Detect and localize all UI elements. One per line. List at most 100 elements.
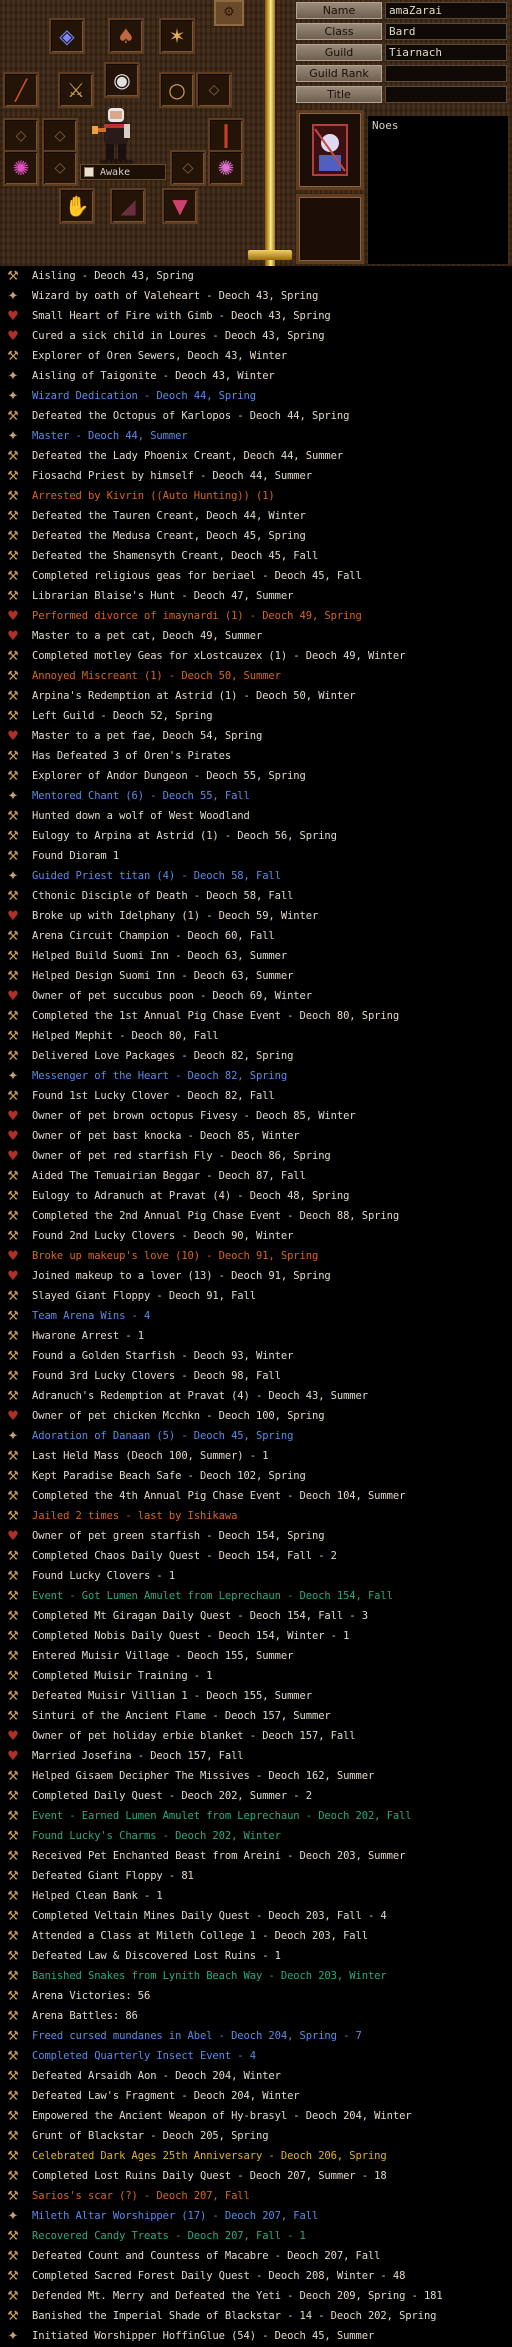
legend-item[interactable]: ⚒ Arrested by Kivrin ((Auto Hunting)) (1) [0,486,512,506]
legend-item[interactable]: ⚒ Event - Got Lumen Amulet from Leprechau… [0,1586,512,1606]
legend-item[interactable]: ⚒ Completed Muisir Training - 1 [0,1666,512,1686]
legend-item[interactable]: ♥ Owner of pet bast knocka - Deoch 85, Wi… [0,1126,512,1146]
legend-item[interactable]: ⚒ Adranuch's Redemption at Pravat (4) - D… [0,1386,512,1406]
legend-item[interactable]: ⚒ Banished the Imperial Shade of Blacksta… [0,2306,512,2326]
profile-text-box[interactable]: Noes [368,116,508,264]
legend-item[interactable]: ♥ Master to a pet fae, Deoch 54, Spring [0,726,512,746]
legend-item[interactable]: ♥ Performed divorce of imaynardi (1) - De… [0,606,512,626]
legend-item[interactable]: ⚒ Helped Gisaem Decipher The Missives - D… [0,1766,512,1786]
legend-item[interactable]: ⚒ Helped Build Suomi Inn - Deoch 63, Summ… [0,946,512,966]
legend-item[interactable]: ⚒ Attended a Class at Mileth College 1 - … [0,1926,512,1946]
legend-item[interactable]: ⚒ Received Pet Enchanted Beast from Arein… [0,1846,512,1866]
legend-item[interactable]: ⚒ Found Lucky Clovers - 1 [0,1566,512,1586]
legend-item[interactable]: ⚒ Last Held Mass (Deoch 100, Summer) - 1 [0,1446,512,1466]
legend-item[interactable]: ⚒ Defeated the Shamensyth Creant, Deoch 4… [0,546,512,566]
legend-item[interactable]: ⚒ Completed Sacred Forest Daily Quest - D… [0,2266,512,2286]
equipment-slot[interactable]: ╱ [3,72,39,108]
equipment-slot[interactable]: ┃ [208,118,244,154]
equipment-slot[interactable]: ✺ [3,150,39,186]
equipment-slot[interactable]: ◇ [196,72,232,108]
equipment-slot[interactable]: ◇ [170,150,206,186]
legend-item[interactable]: ⚒ Defeated Muisir Villian 1 - Deoch 155, … [0,1686,512,1706]
legend-item[interactable]: ⚒ Defeated Law & Discovered Lost Ruins - … [0,1946,512,1966]
legend-item[interactable]: ✦ Messenger of the Heart - Deoch 82, Spri… [0,1066,512,1086]
legend-item[interactable]: ♥ Broke up with Idelphany (1) - Deoch 59,… [0,906,512,926]
legend-item[interactable]: ⚒ Cthonic Disciple of Death - Deoch 58, F… [0,886,512,906]
legend-item[interactable]: ⚒ Eulogy to Adranuch at Pravat (4) - Deoc… [0,1186,512,1206]
legend-item[interactable]: ✦ Mileth Altar Worshipper (17) - Deoch 20… [0,2206,512,2226]
awake-toggle[interactable]: Awake [80,164,166,180]
legend-item[interactable]: ⚒ Recovered Candy Treats - Deoch 207, Fal… [0,2226,512,2246]
legend-item[interactable]: ✦ Master - Deoch 44, Summer [0,426,512,446]
legend-item[interactable]: ⚒ Arena Battles: 86 [0,2006,512,2026]
legend-item[interactable]: ⚒ Arena Circuit Champion - Deoch 60, Fall [0,926,512,946]
equipment-slot[interactable]: ◢ [110,188,146,224]
legend-item[interactable]: ♥ Joined makeup to a lover (13) - Deoch 9… [0,1266,512,1286]
legend-item[interactable]: ⚒ Defeated the Tauren Creant, Deoch 44, W… [0,506,512,526]
legend-item[interactable]: ⚒ Hunted down a wolf of West Woodland [0,806,512,826]
legend-item[interactable]: ⚒ Aided The Temuairian Beggar - Deoch 87,… [0,1166,512,1186]
legend-item[interactable]: ⚒ Grunt of Blackstar - Deoch 205, Spring [0,2126,512,2146]
legend-item[interactable]: ⚒ Completed Mt Giragan Daily Quest - Deoc… [0,1606,512,1626]
legend-item[interactable]: ⚒ Completed the 1st Annual Pig Chase Even… [0,1006,512,1026]
legend-item[interactable]: ⚒ Kept Paradise Beach Safe - Deoch 102, S… [0,1466,512,1486]
legend-item[interactable]: ♥ Broke up makeup's love (10) - Deoch 91,… [0,1246,512,1266]
legend-item[interactable]: ✦ Initiated Worshipper HoffinGlue (54) - … [0,2326,512,2346]
equipment-slot[interactable]: ○ [159,72,195,108]
legend-item[interactable]: ⚒ Event - Earned Lumen Amulet from Leprec… [0,1806,512,1826]
legend-item[interactable]: ⚒ Defeated Giant Floppy - 81 [0,1866,512,1886]
legend-item[interactable]: ⚒ Defended Mt. Merry and Defeated the Yet… [0,2286,512,2306]
panel-menu-button[interactable]: ⚙ [214,0,244,26]
legend-item[interactable]: ⚒ Found Dioram 1 [0,846,512,866]
equipment-slot[interactable]: ▼ [162,188,198,224]
legend-item[interactable]: ⚒ Banished Snakes from Lynith Beach Way -… [0,1966,512,1986]
legend-item[interactable]: ⚒ Aisling - Deoch 43, Spring [0,266,512,286]
legend-item[interactable]: ⚒ Helped Mephit - Deoch 80, Fall [0,1026,512,1046]
legend-item[interactable]: ⚒ Celebrated Dark Ages 25th Anniversary -… [0,2146,512,2166]
legend-item[interactable]: ⚒ Explorer of Oren Sewers, Deoch 43, Wint… [0,346,512,366]
legend-item[interactable]: ⚒ Sarios's scar (?) - Deoch 207, Fall [0,2186,512,2206]
equipment-slot[interactable]: ✺ [208,150,244,186]
legend-item[interactable]: ⚒ Completed Daily Quest - Deoch 202, Summ… [0,1786,512,1806]
legend-item[interactable]: ♥ Owner of pet brown octopus Fivesy - Deo… [0,1106,512,1126]
legend-item[interactable]: ⚒ Defeated Count and Countess of Macabre … [0,2246,512,2266]
legend-item[interactable]: ✦ Wizard Dedication - Deoch 44, Spring [0,386,512,406]
legend-item[interactable]: ⚒ Defeated the Octopus of Karlopos - Deoc… [0,406,512,426]
legend-item[interactable]: ⚒ Team Arena Wins - 4 [0,1306,512,1326]
legend-item[interactable]: ⚒ Completed Lost Ruins Daily Quest - Deoc… [0,2166,512,2186]
legend-item[interactable]: ⚒ Completed motley Geas for xLostcauzex (… [0,646,512,666]
legend-item[interactable]: ⚒ Has Defeated 3 of Oren's Pirates [0,746,512,766]
legend-item[interactable]: ♥ Owner of pet succubus poon - Deoch 69, … [0,986,512,1006]
legend-item[interactable]: ⚒ Completed Nobis Daily Quest - Deoch 154… [0,1626,512,1646]
legend-item[interactable]: ⚒ Found 2nd Lucky Clovers - Deoch 90, Win… [0,1226,512,1246]
awake-checkbox[interactable] [84,167,94,177]
legend-item[interactable]: ⚒ Found 1st Lucky Clover - Deoch 82, Fall [0,1086,512,1106]
legend-item[interactable]: ⚒ Left Guild - Deoch 52, Spring [0,706,512,726]
legend-item[interactable]: ⚒ Explorer of Andor Dungeon - Deoch 55, S… [0,766,512,786]
legend-item[interactable]: ♥ Owner of pet chicken Mcchkn - Deoch 100… [0,1406,512,1426]
legend-item[interactable]: ⚒ Found Lucky's Charms - Deoch 202, Winte… [0,1826,512,1846]
legend-item[interactable]: ♥ Owner of pet holiday erbie blanket - De… [0,1726,512,1746]
equipment-slot[interactable]: ◇ [42,150,78,186]
legend-item[interactable]: ⚒ Eulogy to Arpina at Astrid (1) - Deoch … [0,826,512,846]
legend-item[interactable]: ⚒ Completed the 4th Annual Pig Chase Even… [0,1486,512,1506]
equipment-slot[interactable]: ◇ [42,118,78,154]
legend-item[interactable]: ⚒ Librarian Blaise's Hunt - Deoch 47, Sum… [0,586,512,606]
legend-item[interactable]: ⚒ Helped Clean Bank - 1 [0,1886,512,1906]
equipment-slot[interactable]: ♠ [108,18,144,54]
legend-item[interactable]: ⚒ Fiosachd Priest by himself - Deoch 44, … [0,466,512,486]
legend-item[interactable]: ⚒ Completed religious geas for beriael - … [0,566,512,586]
legend-item[interactable]: ✦ Guided Priest titan (4) - Deoch 58, Fal… [0,866,512,886]
legend-item[interactable]: ♥ Master to a pet cat, Deoch 49, Summer [0,626,512,646]
equipment-slot[interactable]: ◉ [104,62,140,98]
legend-item[interactable]: ⚒ Hwarone Arrest - 1 [0,1326,512,1346]
legend-item[interactable]: ♥ Owner of pet green starfish - Deoch 154… [0,1526,512,1546]
legend-item[interactable]: ✦ Adoration of Danaan (5) - Deoch 45, Spr… [0,1426,512,1446]
legend-item[interactable]: ⚒ Sinturi of the Ancient Flame - Deoch 15… [0,1706,512,1726]
legend-item[interactable]: ⚒ Completed Veltain Mines Daily Quest - D… [0,1906,512,1926]
equipment-slot[interactable]: ⚔ [58,72,94,108]
legend-item[interactable]: ⚒ Completed the 2nd Annual Pig Chase Even… [0,1206,512,1226]
equipment-slot[interactable]: ◈ [49,18,85,54]
legend-item[interactable]: ⚒ Defeated the Medusa Creant, Deoch 45, S… [0,526,512,546]
legend-item[interactable]: ♥ Owner of pet red starfish Fly - Deoch 8… [0,1146,512,1166]
